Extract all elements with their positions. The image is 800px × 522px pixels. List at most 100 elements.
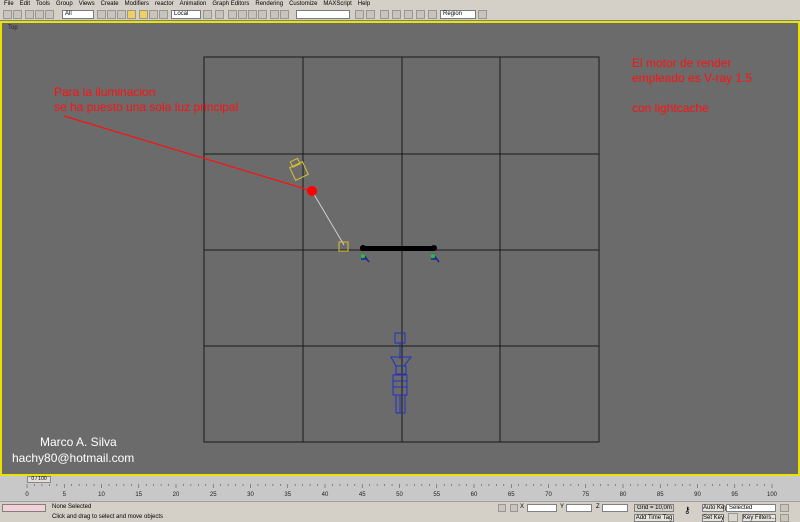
quick-render-icon[interactable] [428, 10, 437, 19]
render-note-line-2: empleado es V-ray 1.5 [632, 71, 753, 85]
bench-object[interactable] [360, 245, 440, 263]
time-bar: 0 / 100 0 5 10 15 20 25 30 35 40 45 50 55 60 65 70 75 80… [0, 476, 800, 501]
align-icon[interactable] [355, 10, 364, 19]
x-label: X [520, 504, 525, 510]
lighting-note: Para la iluminacion se ha puesto una sol… [54, 85, 238, 115]
author-email: hachy80@hotmail.com [12, 451, 135, 465]
play-icon[interactable] [780, 504, 789, 512]
menu-item-graph-editors[interactable]: Graph Editors [212, 1, 249, 7]
menu-item-group[interactable]: Group [56, 1, 73, 7]
figure-object[interactable] [390, 332, 413, 414]
pivot-point-center-icon[interactable] [203, 10, 212, 19]
track-tick-label: 35 [284, 492, 291, 498]
render-type-dropdown[interactable]: Region [440, 10, 476, 19]
status-bar: None Selected Click and drag to select a… [0, 501, 800, 522]
bind-space-warp-icon[interactable] [45, 10, 54, 19]
track-tick-label: 95 [731, 492, 738, 498]
key-icon: ⚷ [684, 505, 691, 515]
track-tick-label: 75 [582, 492, 589, 498]
select-and-link-icon[interactable] [25, 10, 34, 19]
mirror-icon[interactable] [280, 10, 289, 19]
track-tick-label: 55 [433, 492, 440, 498]
author-name: Marco A. Silva [40, 435, 117, 449]
set-key-button[interactable]: Set Key [702, 514, 724, 522]
select-by-name-icon[interactable] [107, 10, 116, 19]
select-and-rotate-icon[interactable] [149, 10, 158, 19]
key-filters-button[interactable]: Key Filters... [742, 514, 776, 522]
menu-item-file[interactable]: File [4, 1, 14, 7]
menu-item-modifiers[interactable]: Modifiers [125, 1, 149, 7]
select-and-scale-icon[interactable] [159, 10, 168, 19]
curve-editor-icon[interactable] [380, 10, 389, 19]
x-coordinate-field[interactable] [527, 504, 557, 512]
layer-manager-icon[interactable] [366, 10, 375, 19]
set-key-icon[interactable] [728, 513, 738, 522]
spinner-snap-icon[interactable] [258, 10, 267, 19]
menu-item-edit[interactable]: Edit [20, 1, 30, 7]
lighting-note-line-1: Para la iluminacion [54, 85, 156, 99]
selection-filter-dropdown[interactable]: All [62, 10, 94, 19]
top-viewport[interactable]: Top Para la iluminacion se ha puesto una… [0, 21, 800, 476]
menu-item-rendering[interactable]: Rendering [255, 1, 283, 7]
menu-item-help[interactable]: Help [358, 1, 370, 7]
track-tick-label: 20 [173, 492, 180, 498]
track-tick-label: 15 [135, 492, 142, 498]
auto-key-button[interactable]: Auto Key [702, 504, 727, 512]
track-tick-label: 45 [359, 492, 366, 498]
rectangular-selection-icon[interactable] [117, 10, 126, 19]
window-crossing-icon[interactable] [127, 10, 136, 19]
angle-snap-icon[interactable] [238, 10, 247, 19]
reference-coordinate-dropdown[interactable]: Local [171, 10, 201, 19]
key-mode-dropdown[interactable]: Selected [726, 504, 776, 512]
undo-icon[interactable] [3, 10, 12, 19]
absolute-mode-icon[interactable] [510, 504, 518, 512]
add-time-tag-button[interactable]: Add Time Tag [634, 514, 674, 522]
unlink-icon[interactable] [35, 10, 44, 19]
track-tick-label: 65 [508, 492, 515, 498]
lighting-note-line-2: se ha puesto una sola luz principal [54, 100, 239, 114]
maxscript-listener-mini[interactable] [2, 504, 46, 512]
track-tick-label: 80 [620, 492, 627, 498]
menu-item-maxscript[interactable]: MAXScript [323, 1, 351, 7]
y-coordinate-field[interactable] [566, 504, 592, 512]
menu-item-animation[interactable]: Animation [180, 1, 207, 7]
track-tick-label: 85 [657, 492, 664, 498]
track-tick-label: 5 [63, 492, 67, 498]
redo-icon[interactable] [13, 10, 22, 19]
main-toolbar: All Local Region [0, 8, 800, 21]
main-light[interactable] [288, 157, 349, 252]
percent-snap-icon[interactable] [248, 10, 257, 19]
select-object-icon[interactable] [97, 10, 106, 19]
render-engine-note: El motor de render empleado es V-ray 1.5… [632, 56, 752, 116]
menu-bar: File Edit Tools Group Views Create Modifiers re… [0, 0, 800, 8]
track-tick-label: 25 [210, 492, 217, 498]
track-tick-label: 90 [694, 492, 701, 498]
select-and-move-icon[interactable] [139, 10, 148, 19]
track-tick-label: 50 [396, 492, 403, 498]
lock-selection-icon[interactable] [498, 504, 506, 512]
track-tick-label: 0 [25, 492, 29, 498]
snaps-toggle-icon[interactable] [228, 10, 237, 19]
time-slider[interactable]: 0 / 100 [27, 476, 51, 483]
selection-status: None Selected [52, 504, 92, 510]
grid-size-display: Grid = 10,0m [634, 504, 674, 512]
z-coordinate-field[interactable] [602, 504, 628, 512]
track-bar[interactable]: 0 5 10 15 20 25 30 35 40 45 50 55 60 65 70 75 80 85 90 95 10… [0, 484, 800, 501]
edit-named-selection-icon[interactable] [270, 10, 279, 19]
named-selection-sets-dropdown[interactable] [296, 10, 350, 19]
menu-item-reactor[interactable]: reactor [155, 1, 174, 7]
menu-item-views[interactable]: Views [79, 1, 95, 7]
menu-item-customize[interactable]: Customize [289, 1, 317, 7]
time-config-icon[interactable] [780, 514, 789, 522]
schematic-view-icon[interactable] [392, 10, 401, 19]
render-note-line-3 [632, 86, 752, 101]
material-editor-icon[interactable] [404, 10, 413, 19]
track-tick-label: 40 [322, 492, 329, 498]
track-tick-label: 10 [98, 492, 105, 498]
select-and-manipulate-icon[interactable] [215, 10, 224, 19]
y-label: Y [560, 504, 565, 510]
menu-item-create[interactable]: Create [101, 1, 119, 7]
render-scene-icon[interactable] [416, 10, 425, 19]
render-last-icon[interactable] [478, 10, 487, 19]
menu-item-tools[interactable]: Tools [36, 1, 50, 7]
